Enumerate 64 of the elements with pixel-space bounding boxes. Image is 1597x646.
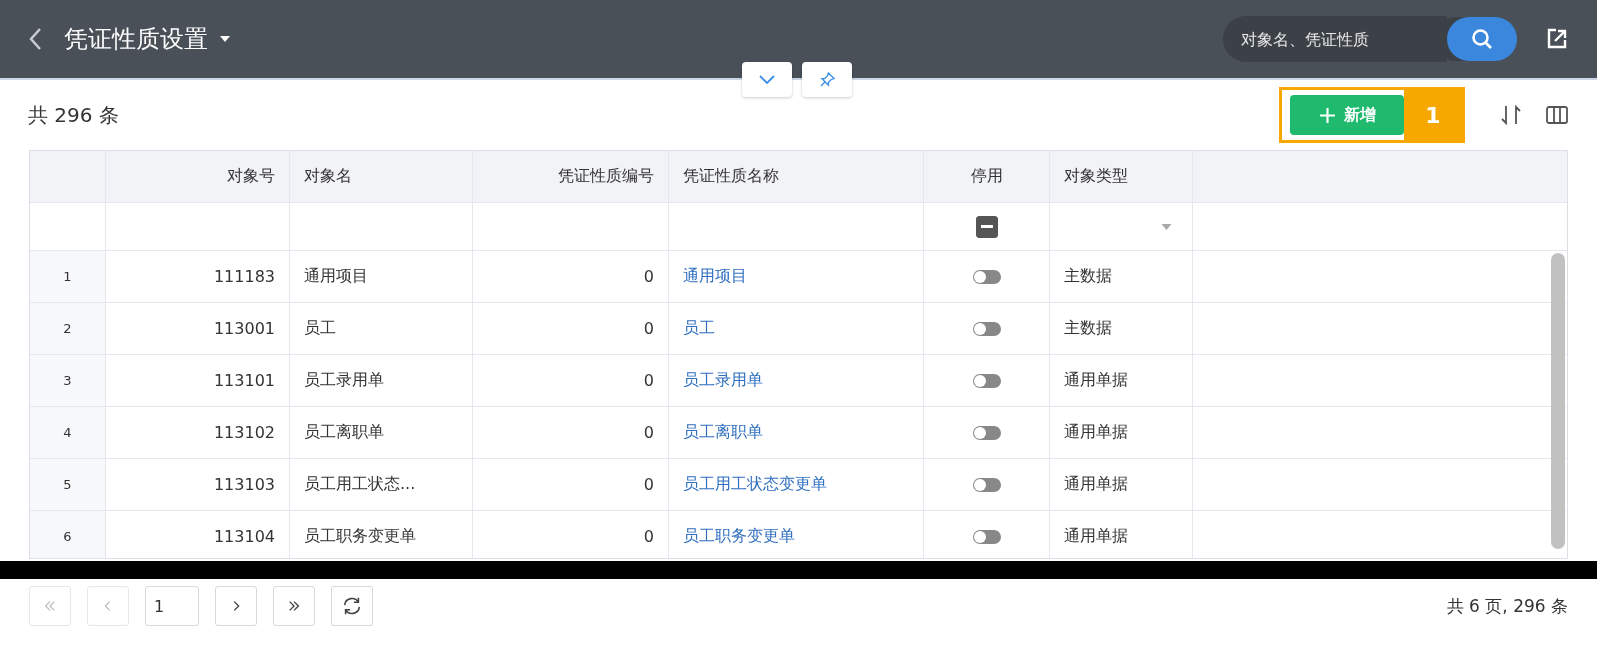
table-cell: 113101 xyxy=(106,355,290,406)
table-cell: 0 xyxy=(473,355,669,406)
caret-icon[interactable] xyxy=(220,36,230,42)
toggle-switch[interactable] xyxy=(972,425,1001,440)
row-number: 3 xyxy=(30,355,106,406)
nature-link[interactable]: 通用项目 xyxy=(683,266,747,287)
row-number: 4 xyxy=(30,407,106,458)
table-cell: 111183 xyxy=(106,251,290,302)
collapse-button[interactable] xyxy=(742,62,792,97)
table-cell: 113102 xyxy=(106,407,290,458)
table-cell: 员工 xyxy=(290,303,473,354)
nature-link[interactable]: 员工用工状态变更单 xyxy=(683,474,827,495)
toggle-switch[interactable] xyxy=(972,477,1001,492)
row-number: 2 xyxy=(30,303,106,354)
pin-button[interactable] xyxy=(802,62,852,97)
table-cell: 0 xyxy=(473,407,669,458)
table-cell: 员工用工状态... xyxy=(290,459,473,510)
toggle-switch[interactable] xyxy=(972,269,1001,284)
search-field[interactable]: 对象名、凭证性质 xyxy=(1223,16,1447,62)
toggle-switch[interactable] xyxy=(972,529,1001,544)
search-icon xyxy=(1470,27,1494,51)
sort-icon[interactable] xyxy=(1499,103,1523,127)
table-cell: 通用项目 xyxy=(290,251,473,302)
last-page-button[interactable] xyxy=(273,586,315,626)
share-icon[interactable] xyxy=(1545,27,1569,51)
caret-icon xyxy=(1161,223,1172,230)
page-summary: 共 6 页, 296 条 xyxy=(1446,594,1568,618)
nature-link[interactable]: 员工职务变更单 xyxy=(683,526,795,547)
table-cell: 通用单据 xyxy=(1050,355,1193,406)
double-chevron-left-icon xyxy=(43,599,57,613)
table-cell: 113103 xyxy=(106,459,290,510)
table-cell: 0 xyxy=(473,303,669,354)
scrollbar[interactable] xyxy=(1551,253,1565,549)
row-number: 1 xyxy=(30,251,106,302)
table-cell: 113001 xyxy=(106,303,290,354)
table-cell: 主数据 xyxy=(1050,303,1193,354)
refresh-icon xyxy=(341,595,363,617)
toggle-switch[interactable] xyxy=(972,373,1001,388)
record-count: 共 296 条 xyxy=(28,101,119,129)
table-cell: 0 xyxy=(473,251,669,302)
table-cell: 通用单据 xyxy=(1050,459,1193,510)
plus-icon xyxy=(1318,106,1336,124)
filter-checkbox[interactable] xyxy=(975,215,998,238)
table-cell: 主数据 xyxy=(1050,251,1193,302)
row-number: 6 xyxy=(30,511,106,558)
toggle-switch[interactable] xyxy=(972,321,1001,336)
step-badge: 1 xyxy=(1404,90,1462,140)
table-cell: 员工离职单 xyxy=(290,407,473,458)
nature-link[interactable]: 员工离职单 xyxy=(683,422,763,443)
row-number: 5 xyxy=(30,459,106,510)
search-button[interactable] xyxy=(1447,17,1517,61)
table-cell: 通用单据 xyxy=(1050,407,1193,458)
table-cell: 员工录用单 xyxy=(290,355,473,406)
pin-icon xyxy=(819,72,835,87)
chevron-down-icon xyxy=(759,74,775,85)
table-cell: 0 xyxy=(473,459,669,510)
page-title: 凭证性质设置 xyxy=(64,24,208,55)
page-number-field[interactable]: 1 xyxy=(145,586,199,626)
back-icon[interactable] xyxy=(28,27,42,51)
nature-link[interactable]: 员工录用单 xyxy=(683,370,763,391)
refresh-button[interactable] xyxy=(331,586,373,626)
double-chevron-right-icon xyxy=(287,599,301,613)
nature-link[interactable]: 员工 xyxy=(683,318,715,339)
columns-icon[interactable] xyxy=(1545,103,1569,127)
